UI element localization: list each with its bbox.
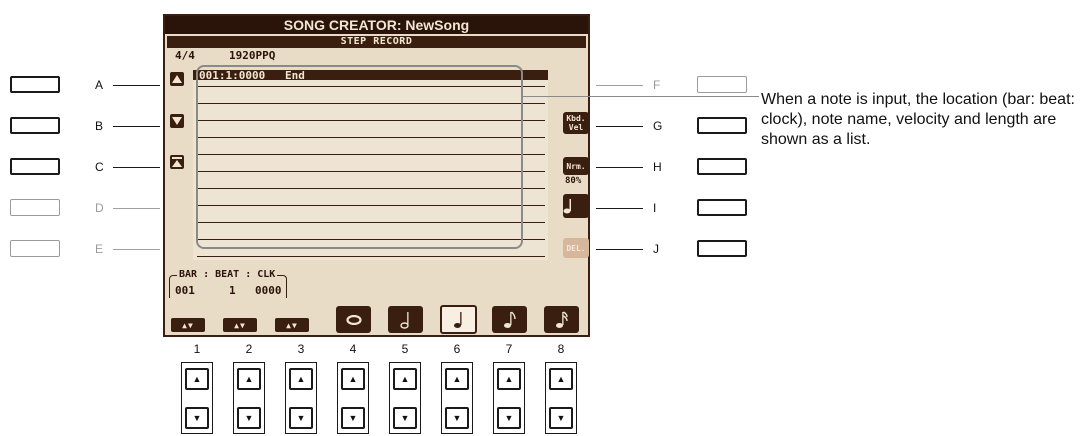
triangle-up-icon[interactable] [170, 72, 184, 86]
delete-label: DEL. [566, 243, 586, 253]
leader-f [596, 85, 643, 86]
bar-up-down-button[interactable]: ▲▼ [171, 318, 205, 332]
up-button-1[interactable]: ▲ [185, 368, 209, 390]
label-e: E [95, 242, 104, 256]
beat-value: 1 [229, 284, 236, 297]
leader-i [596, 208, 643, 209]
button-pair-3: ▲ ▼ [285, 362, 317, 434]
down-button-2[interactable]: ▼ [237, 407, 261, 429]
button-pair-7: ▲ ▼ [493, 362, 525, 434]
kbd-label: Kbd. [566, 114, 586, 123]
whole-note-icon[interactable] [336, 306, 371, 333]
callout-line [523, 96, 759, 97]
column-number-7: 7 [505, 342, 513, 356]
button-c[interactable] [10, 158, 60, 175]
screen-title: SONG CREATOR: NewSong [165, 16, 588, 34]
down-button-4[interactable]: ▼ [341, 407, 365, 429]
button-a[interactable] [10, 76, 60, 93]
button-pair-1: ▲ ▼ [181, 362, 213, 434]
button-pair-5: ▲ ▼ [389, 362, 421, 434]
clock-value: 0000 [255, 284, 282, 297]
eighth-note-icon[interactable] [492, 306, 527, 333]
up-button-2[interactable]: ▲ [237, 368, 261, 390]
up-button-5[interactable]: ▲ [393, 368, 417, 390]
screen-subtitle: STEP RECORD [167, 36, 586, 48]
down-button-5[interactable]: ▼ [393, 407, 417, 429]
down-button-1[interactable]: ▼ [185, 407, 209, 429]
position-header: BAR : BEAT : CLK [177, 269, 278, 280]
column-number-6: 6 [453, 342, 461, 356]
vel-label: Vel [568, 123, 584, 132]
beat-up-down-button[interactable]: ▲▼ [223, 318, 257, 332]
leader-d [113, 208, 160, 209]
leader-a [113, 85, 160, 86]
button-pair-6: ▲ ▼ [441, 362, 473, 434]
label-i: I [653, 201, 657, 215]
caption-text: When a note is input, the location (bar:… [761, 91, 1075, 148]
half-note-icon[interactable] [388, 306, 423, 333]
up-button-7[interactable]: ▲ [497, 368, 521, 390]
triangle-down-icon[interactable] [170, 114, 184, 128]
button-d[interactable] [10, 199, 60, 216]
label-f: F [653, 78, 661, 92]
down-button-6[interactable]: ▼ [445, 407, 469, 429]
button-pair-2: ▲ ▼ [233, 362, 265, 434]
button-i[interactable] [697, 199, 747, 216]
button-g[interactable] [697, 117, 747, 134]
quarter-note-icon[interactable] [440, 305, 477, 334]
label-a: A [95, 78, 104, 92]
button-h[interactable] [697, 158, 747, 175]
column-number-2: 2 [245, 342, 253, 356]
down-button-3[interactable]: ▼ [289, 407, 313, 429]
column-number-8: 8 [557, 342, 565, 356]
up-button-4[interactable]: ▲ [341, 368, 365, 390]
column-number-4: 4 [349, 342, 357, 356]
down-button-7[interactable]: ▼ [497, 407, 521, 429]
up-button-6[interactable]: ▲ [445, 368, 469, 390]
velocity-value: 80% [565, 176, 582, 186]
leader-g [596, 126, 643, 127]
quarter-note-icon[interactable] [563, 194, 589, 218]
button-j[interactable] [697, 240, 747, 257]
up-button-3[interactable]: ▲ [289, 368, 313, 390]
leader-h [596, 167, 643, 168]
time-signature: 4/4 [175, 49, 195, 62]
column-number-1: 1 [193, 342, 201, 356]
sixteenth-note-icon[interactable] [544, 306, 579, 333]
list-highlight-frame [196, 65, 523, 249]
velocity-mode-icon[interactable]: Nrm. [563, 157, 589, 175]
button-e[interactable] [10, 240, 60, 257]
label-g: G [653, 119, 663, 133]
bar-value: 001 [175, 284, 195, 297]
button-b[interactable] [10, 117, 60, 134]
label-j: J [653, 242, 659, 256]
down-button-8[interactable]: ▼ [549, 407, 573, 429]
up-button-8[interactable]: ▲ [549, 368, 573, 390]
label-d: D [95, 201, 104, 215]
nrm-label: Nrm. [566, 161, 586, 171]
label-c: C [95, 160, 104, 174]
leader-j [596, 249, 643, 250]
resolution: 1920PPQ [229, 49, 276, 62]
delete-button[interactable]: DEL. [563, 238, 589, 258]
clock-up-down-button[interactable]: ▲▼ [275, 318, 309, 332]
kbd-vel-icon[interactable]: Kbd. Vel [563, 112, 589, 134]
button-pair-8: ▲ ▼ [545, 362, 577, 434]
leader-b [113, 126, 160, 127]
button-f[interactable] [697, 76, 747, 93]
leader-e [113, 249, 160, 250]
label-h: H [653, 160, 662, 174]
button-pair-4: ▲ ▼ [337, 362, 369, 434]
label-b: B [95, 119, 104, 133]
column-number-5: 5 [401, 342, 409, 356]
leader-c [113, 167, 160, 168]
jump-to-top-icon[interactable] [170, 155, 184, 169]
column-number-3: 3 [297, 342, 305, 356]
list-row-line [197, 256, 545, 257]
